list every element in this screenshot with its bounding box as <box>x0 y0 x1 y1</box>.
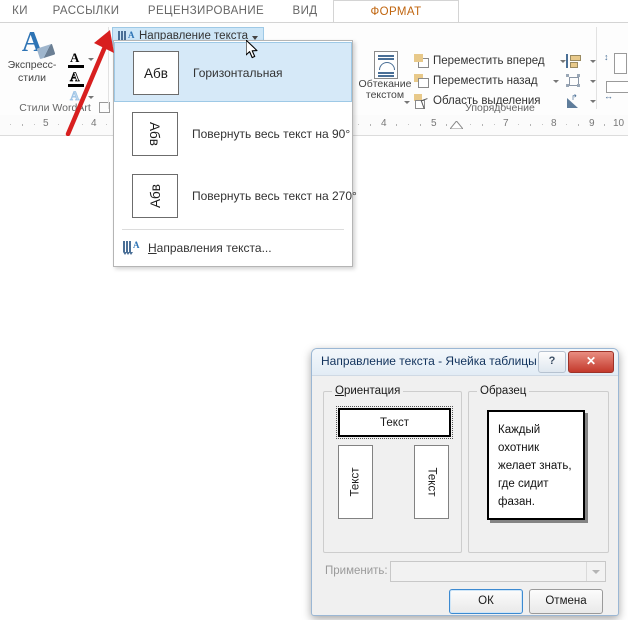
ruler-number: 7 <box>503 118 509 129</box>
ruler-number: 4 <box>381 118 387 129</box>
wordart-group-label: Стили WordArt <box>19 102 91 114</box>
chevron-down-icon[interactable] <box>553 80 559 83</box>
text-fill-button[interactable]: A <box>66 51 94 70</box>
group-divider <box>596 27 597 109</box>
ruler-number: 5 <box>431 118 437 129</box>
thumbnail-rotate-270-icon: Абв <box>132 174 178 218</box>
ruler-number: 5 <box>43 118 49 129</box>
chevron-down-icon[interactable] <box>586 562 605 581</box>
ruler-number: 9 <box>589 118 595 129</box>
chevron-down-icon[interactable] <box>88 58 94 61</box>
tab-ki[interactable]: КИ <box>0 0 42 22</box>
text-effects-icon: A <box>70 88 80 103</box>
text-outline-color-bar <box>68 84 84 87</box>
text-direction-icon: A <box>123 240 141 255</box>
thumbnail-horizontal-icon: Абв <box>133 51 179 95</box>
sample-line: желает знать, <box>498 460 572 472</box>
sample-line: где сидит <box>498 478 549 490</box>
orientation-option-label: Текст <box>425 467 438 497</box>
align-objects-button[interactable] <box>566 53 596 70</box>
accel-letter: Н <box>148 241 157 255</box>
sample-line: охотник <box>498 442 540 454</box>
thumbnail-text: Абв <box>147 184 163 208</box>
thumbnail-text: Абв <box>144 65 168 81</box>
text-direction-dropdown-menu[interactable]: Абв Горизонтальная Абв Повернуть весь те… <box>113 40 357 267</box>
menu-item-text-directions-dialog[interactable]: A Направления текста... <box>114 232 352 264</box>
menu-item-rotate-270[interactable]: Абв Повернуть весь текст на 270° <box>114 166 357 226</box>
orientation-legend: Ориентация <box>332 385 404 397</box>
legend-rest: риентация <box>343 385 401 397</box>
bring-forward-icon <box>414 54 429 68</box>
menu-item-text-directions-label: Направления текста... <box>148 232 272 264</box>
ruler-number: 8 <box>551 118 557 129</box>
menu-item-rotate-90-label: Повернуть весь текст на 90° <box>192 127 351 141</box>
apply-to-combobox[interactable] <box>390 561 606 582</box>
orientation-option-label: Текст <box>380 416 409 429</box>
wrap-text-label-line2: текстом <box>365 89 405 101</box>
thumbnail-text: Абв <box>147 122 163 146</box>
sample-line: Каждый <box>498 424 541 436</box>
accel-rest: аправления текста... <box>156 241 272 255</box>
orientation-option-label: Текст <box>349 467 362 497</box>
arrow-up-down-icon: ↕ <box>604 52 609 62</box>
bring-forward-label: Переместить вперед <box>433 55 545 67</box>
cancel-button[interactable]: Отмена <box>529 589 603 614</box>
sample-fieldset: Образец Каждый охотник желает знать, где… <box>468 385 609 553</box>
tab-vid[interactable]: ВИД <box>280 0 330 22</box>
group-divider <box>108 27 109 109</box>
arrange-group-label: Упорядочение <box>465 102 535 114</box>
send-backward-label: Переместить назад <box>433 75 538 87</box>
text-fill-icon: A <box>70 50 80 65</box>
sample-legend: Образец <box>477 385 530 397</box>
arrow-left-right-icon: ↔ <box>604 91 613 101</box>
group-icon <box>566 74 581 88</box>
mouse-cursor-icon <box>246 40 258 59</box>
indent-marker[interactable] <box>450 121 463 129</box>
dialog-title: Направление текста - Ячейка таблицы <box>321 354 537 368</box>
sample-preview: Каждый охотник желает знать, где сидит ф… <box>487 410 585 520</box>
help-icon[interactable]: ? <box>538 351 566 373</box>
ok-button[interactable]: ОК <box>449 589 523 614</box>
height-box-icon <box>614 53 627 74</box>
orientation-option-rotate-90[interactable]: Текст <box>414 445 449 519</box>
menu-item-horizontal-label: Горизонтальная <box>193 66 283 80</box>
thumbnail-rotate-90-icon: Абв <box>132 112 178 156</box>
text-direction-dialog[interactable]: Направление текста - Ячейка таблицы ? ✕ … <box>311 348 619 616</box>
ruler-number: 4 <box>91 118 97 129</box>
orientation-option-rotate-270[interactable]: Текст <box>338 445 373 519</box>
chevron-down-icon[interactable] <box>88 96 94 99</box>
menu-item-rotate-270-label: Повернуть весь текст на 270° <box>192 189 357 203</box>
apply-to-label: Применить: <box>325 565 388 577</box>
close-icon[interactable]: ✕ <box>568 351 614 373</box>
wrap-text-icon <box>374 51 398 79</box>
text-outline-icon: A <box>70 69 80 84</box>
text-outline-button[interactable]: A <box>66 69 94 89</box>
text-fill-color-bar <box>68 65 84 68</box>
express-styles-button[interactable]: A Экспресс- стили <box>5 28 59 85</box>
sample-line: фазан. <box>498 496 535 508</box>
tab-rassylki[interactable]: РАССЫЛКИ <box>40 0 132 22</box>
tab-recenzirovanie[interactable]: РЕЦЕНЗИРОВАНИЕ <box>132 0 280 22</box>
ruler-number: 10 <box>613 118 625 129</box>
express-styles-label-line2: стили <box>18 72 46 84</box>
orientation-fieldset: Ориентация Текст Текст Текст <box>323 385 462 553</box>
align-icon <box>566 54 581 68</box>
menu-item-rotate-90[interactable]: Абв Повернуть весь текст на 90° <box>114 104 352 164</box>
tab-format[interactable]: ФОРМАТ <box>333 0 459 24</box>
menu-item-horizontal[interactable]: Абв Горизонтальная <box>114 42 352 102</box>
express-styles-label-line1: Экспресс- <box>7 59 57 71</box>
send-backward-icon <box>414 74 429 88</box>
ribbon-tab-bar: КИ РАССЫЛКИ РЕЦЕНЗИРОВАНИЕ ВИД ФОРМАТ <box>0 0 628 24</box>
group-objects-button[interactable] <box>566 73 596 90</box>
accel-letter: О <box>335 385 344 397</box>
orientation-option-horizontal[interactable]: Текст <box>336 406 453 439</box>
menu-separator <box>122 229 344 230</box>
dialog-title-bar[interactable]: Направление текста - Ячейка таблицы ? ✕ <box>312 349 618 376</box>
